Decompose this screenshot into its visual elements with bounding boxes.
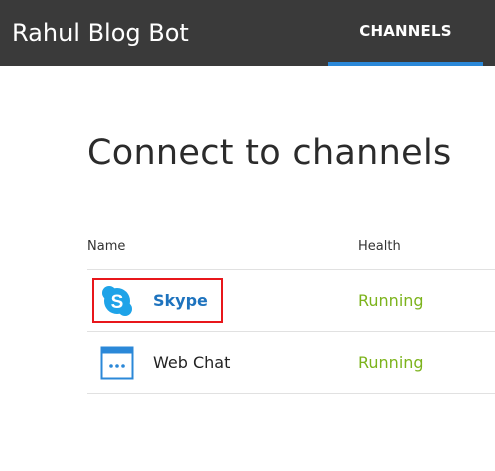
column-header-health: Health bbox=[358, 239, 401, 254]
channel-link-skype[interactable]: Skype bbox=[153, 291, 208, 310]
web-chat-icon bbox=[100, 346, 134, 380]
skype-icon[interactable]: S bbox=[100, 284, 134, 318]
svg-text:S: S bbox=[111, 292, 124, 313]
health-status-skype: Running bbox=[358, 291, 424, 310]
channel-name-web-chat[interactable]: Web Chat bbox=[153, 353, 230, 372]
app-title: Rahul Blog Bot bbox=[12, 19, 189, 47]
top-bar: Rahul Blog Bot CHANNELS bbox=[0, 0, 495, 66]
column-header-name: Name bbox=[87, 239, 126, 254]
tab-channels-label: CHANNELS bbox=[359, 22, 452, 40]
health-status-web-chat: Running bbox=[358, 353, 424, 372]
channel-row-skype: S Skype Running bbox=[87, 270, 495, 332]
channel-row-web-chat: Web Chat Running bbox=[87, 332, 495, 394]
tab-channels[interactable]: CHANNELS bbox=[328, 0, 483, 66]
active-tab-indicator bbox=[328, 62, 483, 66]
channels-table: Name Health S Skype Running Web Chat Run… bbox=[87, 229, 495, 394]
page-title: Connect to channels bbox=[87, 133, 452, 173]
table-header: Name Health bbox=[87, 229, 495, 270]
